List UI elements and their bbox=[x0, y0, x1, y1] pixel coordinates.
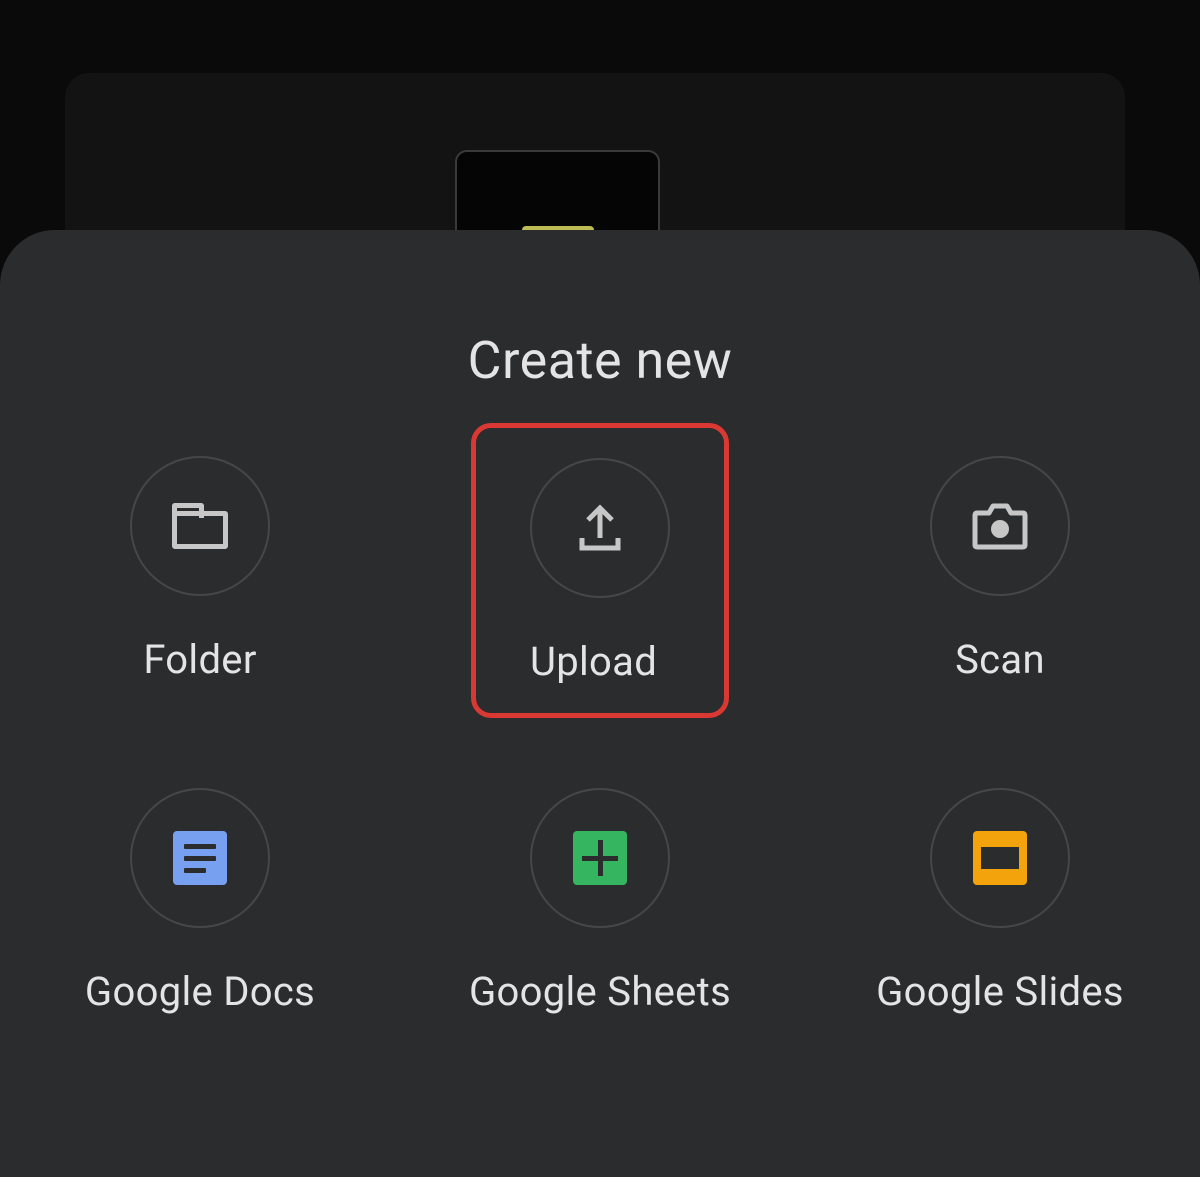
camera-icon bbox=[971, 501, 1029, 551]
docs-icon bbox=[173, 831, 227, 885]
create-folder-button[interactable]: Folder bbox=[0, 456, 400, 718]
option-label: Google Docs bbox=[85, 968, 315, 1015]
sheet-title: Create new bbox=[0, 330, 1200, 391]
option-label: Upload bbox=[530, 638, 670, 685]
scan-button[interactable]: Scan bbox=[800, 456, 1200, 718]
sheets-icon bbox=[573, 831, 627, 885]
slides-icon bbox=[973, 831, 1027, 885]
upload-button[interactable]: Upload bbox=[400, 456, 800, 718]
option-label: Google Slides bbox=[876, 968, 1124, 1015]
highlight-annotation: Upload bbox=[471, 423, 729, 718]
upload-icon bbox=[574, 502, 626, 554]
option-label: Folder bbox=[143, 636, 256, 683]
option-label: Google Sheets bbox=[469, 968, 731, 1015]
create-options-grid: Folder Upload Sca bbox=[0, 456, 1200, 1015]
option-label: Scan bbox=[955, 636, 1045, 683]
create-new-sheet: Create new Folder Upload bbox=[0, 230, 1200, 1177]
google-slides-button[interactable]: Google Slides bbox=[800, 788, 1200, 1015]
folder-icon bbox=[172, 503, 228, 549]
google-sheets-button[interactable]: Google Sheets bbox=[400, 788, 800, 1015]
google-docs-button[interactable]: Google Docs bbox=[0, 788, 400, 1015]
